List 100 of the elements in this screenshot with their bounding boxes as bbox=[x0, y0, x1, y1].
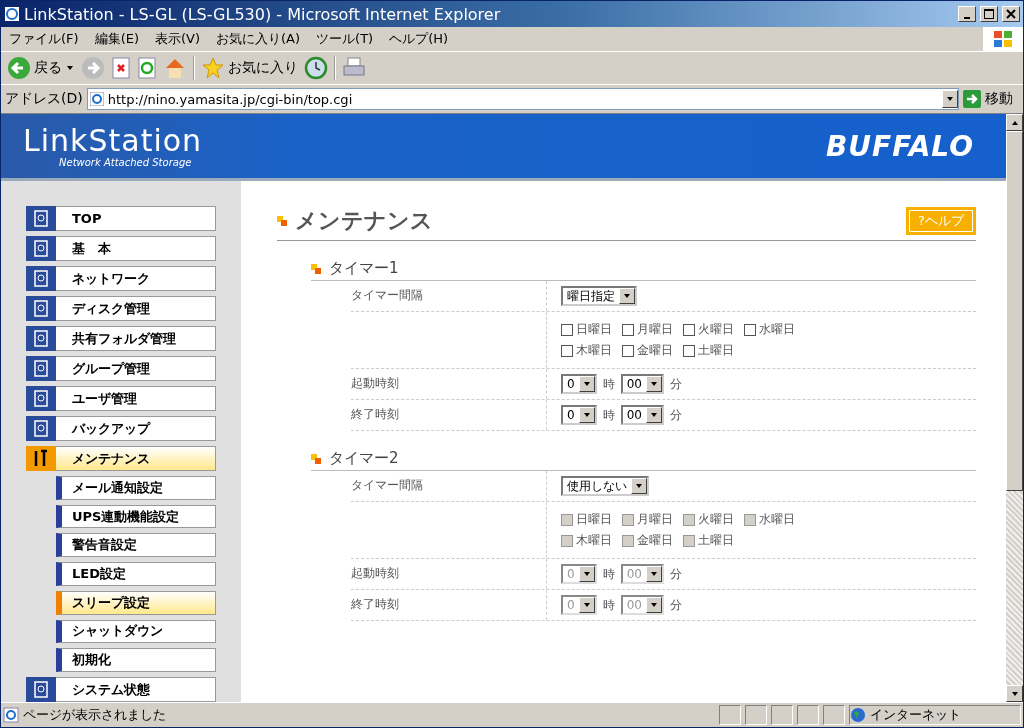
day-checkbox[interactable] bbox=[744, 323, 756, 336]
unit-label: 時 bbox=[602, 596, 615, 614]
go-button[interactable]: 移動 bbox=[963, 90, 1019, 108]
nav-item[interactable]: 共有フォルダ管理 bbox=[26, 326, 216, 351]
nav-item[interactable]: システム状態 bbox=[26, 677, 216, 702]
day-checkbox[interactable] bbox=[561, 323, 573, 336]
field-label: 起動時刻 bbox=[351, 369, 547, 399]
nav-subitem[interactable]: LED設定 bbox=[56, 562, 216, 586]
device-icon bbox=[26, 386, 56, 411]
star-icon bbox=[201, 56, 225, 80]
hour-dropdown[interactable]: 0 bbox=[561, 405, 597, 425]
stop-button[interactable] bbox=[111, 56, 131, 80]
field-label: タイマー間隔 bbox=[351, 471, 547, 501]
refresh-button[interactable] bbox=[137, 56, 157, 80]
scrollbar-thumb[interactable] bbox=[1006, 131, 1023, 491]
unit-label: 分 bbox=[669, 375, 682, 393]
day-label: 月曜日 bbox=[637, 511, 673, 528]
logo: LinkStation Network Attached Storage bbox=[23, 124, 203, 168]
day-label: 日曜日 bbox=[576, 321, 612, 338]
interval-dropdown[interactable]: 曜日指定 bbox=[561, 286, 637, 306]
minimize-button[interactable] bbox=[958, 6, 976, 22]
unit-label: 時 bbox=[602, 406, 615, 424]
brand-logo: BUFFALO bbox=[825, 129, 974, 163]
scroll-up-button[interactable] bbox=[1006, 114, 1023, 131]
day-label: 火曜日 bbox=[698, 321, 734, 338]
day-label: 水曜日 bbox=[759, 321, 795, 338]
nav-item[interactable]: TOP bbox=[26, 206, 216, 231]
day-checkbox[interactable] bbox=[683, 323, 695, 336]
tools-icon bbox=[26, 446, 56, 471]
menu-item[interactable]: ファイル(F) bbox=[1, 28, 87, 50]
page-icon bbox=[89, 92, 104, 106]
unit-label: 分 bbox=[669, 565, 682, 583]
menu-item[interactable]: 表示(V) bbox=[147, 28, 209, 50]
nav-subitem[interactable]: メール通知設定 bbox=[56, 476, 216, 500]
close-icon bbox=[1006, 9, 1016, 19]
status-panel bbox=[823, 705, 845, 725]
menu-item[interactable]: 編集(E) bbox=[86, 28, 147, 50]
bullet-icon bbox=[311, 263, 321, 274]
minute-dropdown[interactable]: 00 bbox=[620, 374, 664, 394]
status-panel bbox=[797, 705, 819, 725]
menu-item[interactable]: ヘルプ(H) bbox=[381, 28, 457, 50]
device-icon bbox=[26, 266, 56, 291]
nav-item[interactable]: ネットワーク bbox=[26, 266, 216, 291]
nav-subitem[interactable]: 初期化 bbox=[56, 648, 216, 673]
section-title: タイマー2 bbox=[329, 449, 399, 468]
page-icon bbox=[3, 707, 19, 723]
minute-dropdown[interactable]: 00 bbox=[620, 405, 664, 425]
day-label: 金曜日 bbox=[637, 532, 673, 549]
maximize-button[interactable] bbox=[980, 6, 998, 22]
nav-subitem[interactable]: シャットダウン bbox=[56, 619, 216, 644]
day-checkbox[interactable] bbox=[622, 323, 634, 336]
unit-label: 分 bbox=[669, 406, 682, 424]
day-label: 木曜日 bbox=[576, 342, 612, 359]
page-title: メンテナンス bbox=[295, 207, 434, 235]
day-label: 水曜日 bbox=[759, 511, 795, 528]
day-checkbox[interactable] bbox=[561, 344, 573, 357]
arrow-icon bbox=[963, 90, 981, 108]
day-checkbox[interactable] bbox=[683, 344, 695, 357]
nav-item[interactable]: ユーザ管理 bbox=[26, 386, 216, 411]
nav-subitem[interactable]: UPS連動機能設定 bbox=[56, 504, 216, 529]
device-icon bbox=[26, 236, 56, 261]
nav-item[interactable]: メンテナンス bbox=[26, 446, 216, 471]
back-button[interactable]: 戻る bbox=[7, 56, 75, 80]
bullet-icon bbox=[311, 453, 321, 464]
unit-label: 時 bbox=[602, 565, 615, 583]
globe-icon bbox=[850, 707, 866, 723]
device-icon bbox=[26, 296, 56, 321]
day-label: 日曜日 bbox=[576, 511, 612, 528]
address-field[interactable]: http://nino.yamasita.jp/cgi-bin/top.cgi bbox=[86, 88, 959, 110]
hour-dropdown[interactable]: 0 bbox=[561, 374, 597, 394]
field-label: タイマー間隔 bbox=[351, 281, 547, 311]
menu-item[interactable]: お気に入り(A) bbox=[208, 28, 309, 50]
day-label: 土曜日 bbox=[698, 532, 734, 549]
scroll-down-button[interactable] bbox=[1006, 685, 1023, 702]
status-panel bbox=[719, 705, 741, 725]
day-label: 金曜日 bbox=[637, 342, 673, 359]
maximize-icon bbox=[984, 9, 994, 19]
status-panel bbox=[771, 705, 793, 725]
favorites-button[interactable]: お気に入り bbox=[201, 56, 298, 80]
window-title: LinkStation - LS-GL (LS-GL530) - Microsoft Internet Explorer bbox=[24, 4, 502, 24]
nav-item[interactable]: 基 本 bbox=[26, 236, 216, 261]
day-label: 木曜日 bbox=[576, 532, 612, 549]
address-label: アドレス(D) bbox=[5, 90, 83, 108]
day-checkbox[interactable] bbox=[622, 344, 634, 357]
unit-label: 時 bbox=[602, 375, 615, 393]
device-icon bbox=[26, 206, 56, 231]
device-icon bbox=[26, 416, 56, 441]
device-icon bbox=[26, 356, 56, 381]
close-button[interactable] bbox=[1002, 6, 1020, 22]
nav-item[interactable]: バックアップ bbox=[26, 416, 216, 441]
field-label: 終了時刻 bbox=[351, 400, 547, 430]
day-label: 月曜日 bbox=[637, 321, 673, 338]
unit-label: 分 bbox=[669, 596, 682, 614]
nav-subitem[interactable]: スリープ設定 bbox=[56, 590, 216, 615]
device-icon bbox=[26, 326, 56, 351]
nav-subitem[interactable]: 警告音設定 bbox=[56, 533, 216, 558]
nav-item[interactable]: ディスク管理 bbox=[26, 296, 216, 321]
menu-item[interactable]: ツール(T) bbox=[308, 28, 382, 50]
history-button[interactable] bbox=[304, 56, 328, 80]
nav-item[interactable]: グループ管理 bbox=[26, 356, 216, 381]
